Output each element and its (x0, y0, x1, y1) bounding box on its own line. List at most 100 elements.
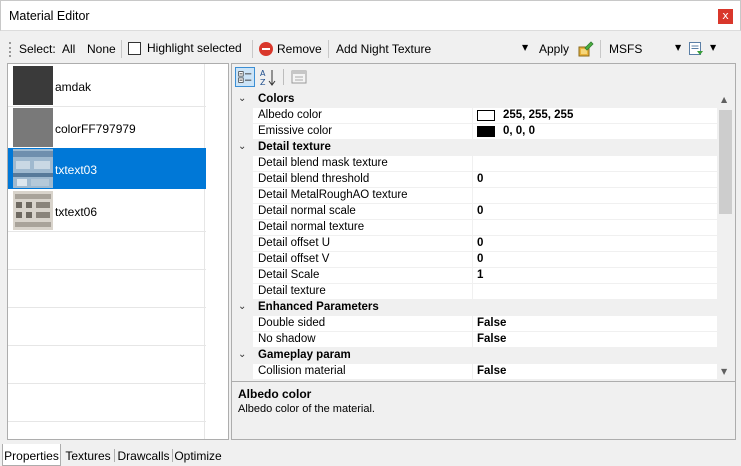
column-divider (472, 108, 473, 124)
material-thumbnail (13, 66, 53, 105)
material-thumbnail (13, 149, 53, 188)
tab-drawcalls[interactable]: Drawcalls (116, 446, 171, 466)
material-row-amdak[interactable]: amdak (8, 65, 206, 106)
window-title: Material Editor (9, 9, 90, 23)
property-grid-toolbar: A Z (232, 64, 735, 92)
property-list[interactable]: ⌄ Colors Albedo color 255, 255, 255 Emis… (233, 92, 717, 379)
select-label: Select: (19, 42, 56, 56)
property-row[interactable]: No shadow False (233, 332, 717, 348)
platform-dropdown[interactable]: MSFS (609, 42, 642, 56)
toolbar-grip[interactable] (9, 42, 11, 57)
property-pages-icon[interactable] (289, 67, 309, 87)
row-margin (233, 220, 253, 236)
material-name: colorFF797979 (55, 122, 136, 136)
collapse-icon[interactable]: ⌄ (238, 349, 246, 360)
remove-icon[interactable] (259, 42, 273, 56)
property-value[interactable]: 0 (477, 205, 483, 217)
property-value[interactable]: 0, 0, 0 (503, 125, 535, 137)
row-margin (233, 124, 253, 140)
material-row-colorff797979[interactable]: colorFF797979 (8, 107, 206, 148)
tab-optimize[interactable]: Optimize (174, 446, 222, 466)
description-title: Albedo color (238, 387, 312, 401)
row-margin (233, 108, 253, 124)
chevron-down-icon[interactable]: ▼ (522, 43, 528, 52)
property-name: Double sided (258, 317, 326, 329)
category-colors[interactable]: ⌄ Colors (233, 92, 717, 108)
select-all-button[interactable]: All (62, 42, 75, 56)
material-thumbnail (13, 191, 53, 230)
property-row[interactable]: Detail normal scale 0 (233, 204, 717, 220)
remove-button[interactable]: Remove (277, 42, 322, 56)
property-value[interactable]: 0 (477, 173, 483, 185)
material-row-txtext06[interactable]: txtext06 (8, 190, 206, 231)
highlight-selected-checkbox[interactable] (128, 42, 141, 55)
apply-icon[interactable] (578, 41, 594, 57)
color-swatch[interactable] (477, 126, 495, 137)
color-swatch[interactable] (477, 110, 495, 121)
close-icon[interactable]: x (718, 9, 733, 24)
chevron-down-icon[interactable]: ▼ (710, 43, 716, 52)
property-row[interactable]: Detail offset V 0 (233, 252, 717, 268)
category-gameplay-param[interactable]: ⌄ Gameplay param (233, 348, 717, 364)
tab-properties[interactable]: Properties (2, 444, 61, 466)
toolbar-separator (600, 40, 601, 58)
property-row[interactable]: Collision material False (233, 364, 717, 379)
property-name: Emissive color (258, 125, 333, 137)
category-enhanced-parameters[interactable]: ⌄ Enhanced Parameters (233, 300, 717, 316)
add-night-texture-dropdown[interactable]: Add Night Texture (336, 42, 431, 56)
highlight-selected-label[interactable]: Highlight selected (147, 41, 242, 55)
property-value[interactable]: False (477, 365, 506, 377)
chevron-down-icon[interactable]: ▼ (675, 43, 681, 52)
property-name: Detail normal scale (258, 205, 356, 217)
category-label: Enhanced Parameters (258, 301, 379, 313)
property-row[interactable]: Detail offset U 0 (233, 236, 717, 252)
property-value[interactable]: 0 (477, 237, 483, 249)
property-row-albedo-color[interactable]: Albedo color 255, 255, 255 (233, 108, 717, 124)
property-row[interactable]: Detail normal texture (233, 220, 717, 236)
property-row[interactable]: Detail Scale 1 (233, 268, 717, 284)
property-row[interactable]: Detail texture (233, 284, 717, 300)
description-panel: Albedo color Albedo color of the materia… (232, 381, 735, 439)
property-row[interactable]: Detail blend mask texture (233, 156, 717, 172)
property-value[interactable]: 1 (477, 269, 483, 281)
property-row[interactable]: Detail MetalRoughAO texture (233, 188, 717, 204)
toolbar-separator (283, 69, 284, 85)
property-value[interactable]: 255, 255, 255 (503, 109, 573, 121)
row-margin (233, 188, 253, 204)
category-detail-texture[interactable]: ⌄ Detail texture (233, 140, 717, 156)
material-list[interactable]: amdak colorFF797979 txtext03 txtext06 (7, 63, 229, 440)
category-label: Colors (258, 93, 295, 105)
tab-textures[interactable]: Textures (63, 446, 113, 466)
select-none-button[interactable]: None (87, 42, 116, 56)
column-divider (472, 236, 473, 252)
categorized-icon[interactable] (235, 67, 255, 87)
property-value[interactable]: False (477, 333, 506, 345)
collapse-icon[interactable]: ⌄ (238, 301, 246, 312)
toolbar-separator (121, 40, 122, 58)
property-name: Detail normal texture (258, 221, 365, 233)
property-row-emissive-color[interactable]: Emissive color 0, 0, 0 (233, 124, 717, 140)
property-name: Detail MetalRoughAO texture (258, 189, 408, 201)
apply-button[interactable]: Apply (539, 42, 569, 56)
column-divider (472, 204, 473, 220)
property-row[interactable]: Detail blend threshold 0 (233, 172, 717, 188)
column-divider (472, 316, 473, 332)
collapse-icon[interactable]: ⌄ (238, 141, 246, 152)
scroll-down-icon[interactable]: ▼ (721, 367, 727, 376)
row-margin (233, 172, 253, 188)
property-value[interactable]: False (477, 317, 506, 329)
collapse-icon[interactable]: ⌄ (238, 93, 246, 104)
title-bar: Material Editor x (0, 0, 741, 31)
material-name: txtext06 (55, 205, 98, 219)
column-divider (472, 252, 473, 268)
column-divider (472, 284, 473, 300)
row-divider (8, 345, 206, 346)
material-row-txtext03[interactable]: txtext03 (8, 148, 206, 189)
vertical-scrollbar[interactable]: ▲ ▼ (717, 92, 734, 379)
property-value[interactable]: 0 (477, 253, 483, 265)
scrollbar-thumb[interactable] (719, 110, 732, 214)
export-icon[interactable] (689, 42, 704, 56)
scroll-up-icon[interactable]: ▲ (721, 95, 727, 104)
sort-alphabetical-icon[interactable]: A Z (258, 67, 278, 87)
property-row[interactable]: Double sided False (233, 316, 717, 332)
